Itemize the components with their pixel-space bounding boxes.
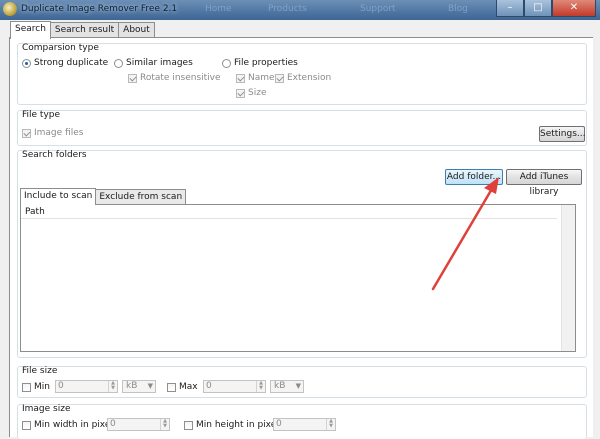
min-width-checkbox[interactable]: [22, 420, 31, 430]
maximize-icon: □: [533, 2, 543, 13]
file-properties-option[interactable]: File properties: [222, 58, 298, 69]
path-column-header[interactable]: Path: [21, 205, 557, 219]
min-width-value: 0: [110, 419, 116, 429]
image-size-group: Image size Min width in pixel 0 ▲ ▼ Min h…: [17, 404, 587, 439]
vertical-scrollbar[interactable]: [561, 205, 575, 351]
tab-search-result[interactable]: Search result: [49, 22, 120, 38]
min-height-input[interactable]: 0 ▲ ▼: [273, 418, 336, 431]
chevron-down-icon: ▼: [147, 382, 153, 390]
min-width-label: Min width in pixel: [34, 420, 113, 430]
max-size-value: 0: [206, 381, 212, 391]
file-size-group: File size Min 0 ▲ ▼ kB ▼ Max 0 ▲ ▼ kB ▼: [17, 366, 587, 398]
close-button[interactable]: ✕: [552, 0, 596, 17]
minimize-icon: –: [507, 2, 513, 13]
similar-images-option[interactable]: Similar images: [114, 58, 193, 69]
max-size-unit-select[interactable]: kB ▼: [270, 380, 304, 393]
file-size-title: File size: [22, 366, 58, 376]
max-size-checkbox[interactable]: [167, 382, 176, 392]
min-height-option[interactable]: Min height in pixel: [184, 420, 279, 431]
image-files-checkbox[interactable]: [22, 128, 31, 138]
min-width-option[interactable]: Min width in pixel: [22, 420, 113, 431]
max-size-input[interactable]: 0 ▲ ▼: [203, 380, 266, 393]
add-itunes-library-button[interactable]: Add iTunes library: [506, 169, 582, 197]
background-nav-blog: Blog: [448, 4, 468, 14]
min-height-value: 0: [276, 419, 282, 429]
rotate-insensitive-label: Rotate insensitive: [140, 73, 221, 83]
min-height-spinner[interactable]: ▲ ▼: [326, 419, 335, 430]
comparison-type-group: Comparsion type Strong duplicate Similar…: [17, 43, 587, 105]
tab-search[interactable]: Search: [10, 21, 51, 39]
min-size-checkbox[interactable]: [22, 382, 31, 392]
max-size-unit: kB: [274, 381, 286, 391]
folder-tabs: Include to scan Exclude from scan: [20, 188, 187, 205]
max-size-option[interactable]: Max: [167, 382, 198, 393]
strong-duplicate-option[interactable]: Strong duplicate: [22, 58, 108, 69]
image-files-option[interactable]: Image files: [22, 128, 83, 139]
app-icon: [3, 2, 17, 16]
settings-button[interactable]: Settings...: [539, 126, 586, 142]
background-nav-support: Support: [360, 4, 396, 14]
add-folder-button[interactable]: Add folder...: [445, 169, 503, 185]
maximize-button[interactable]: □: [524, 0, 552, 17]
rotate-insensitive-option[interactable]: Rotate insensitive: [128, 73, 221, 84]
max-size-spinner[interactable]: ▲ ▼: [256, 381, 265, 392]
min-size-value: 0: [58, 381, 64, 391]
rotate-insensitive-checkbox[interactable]: [128, 73, 137, 83]
folder-list[interactable]: Path: [20, 204, 576, 352]
extension-checkbox[interactable]: [275, 73, 284, 83]
file-properties-radio[interactable]: [222, 58, 231, 68]
min-size-unit: kB: [126, 381, 138, 391]
min-size-label: Min: [34, 382, 50, 392]
name-checkbox[interactable]: [236, 73, 245, 83]
min-size-input[interactable]: 0 ▲ ▼: [55, 380, 118, 393]
window-title: Duplicate Image Remover Free 2.1: [21, 4, 178, 14]
extension-label: Extension: [287, 73, 332, 83]
min-width-input[interactable]: 0 ▲ ▼: [107, 418, 170, 431]
search-folders-title: Search folders: [22, 150, 87, 160]
min-height-label: Min height in pixel: [196, 420, 279, 430]
file-type-title: File type: [22, 110, 61, 120]
file-properties-label: File properties: [234, 58, 298, 68]
min-height-checkbox[interactable]: [184, 420, 193, 430]
min-size-unit-select[interactable]: kB ▼: [122, 380, 156, 393]
minimize-button[interactable]: –: [496, 0, 524, 17]
max-size-label: Max: [179, 382, 198, 392]
min-size-spinner[interactable]: ▲ ▼: [108, 381, 117, 392]
similar-images-radio[interactable]: [114, 58, 123, 68]
tab-exclude-from-scan[interactable]: Exclude from scan: [95, 189, 187, 204]
size-option[interactable]: Size: [236, 88, 266, 99]
title-bar: Duplicate Image Remover Free 2.1 Home Pr…: [0, 0, 600, 20]
name-option[interactable]: Name: [236, 73, 275, 84]
window-controls: – □ ✕: [496, 0, 596, 18]
min-size-option[interactable]: Min: [22, 382, 50, 393]
similar-images-label: Similar images: [126, 58, 193, 68]
file-type-group: File type Image files Settings...: [17, 110, 587, 146]
min-width-spinner[interactable]: ▲ ▼: [160, 419, 169, 430]
name-label: Name: [248, 73, 275, 83]
comparison-type-title: Comparsion type: [22, 43, 99, 53]
size-checkbox[interactable]: [236, 88, 245, 98]
search-panel: Comparsion type Strong duplicate Similar…: [9, 37, 593, 439]
background-nav-products: Products: [268, 4, 307, 14]
strong-duplicate-radio[interactable]: [22, 58, 31, 68]
background-nav-home: Home: [205, 4, 232, 14]
strong-duplicate-label: Strong duplicate: [34, 58, 109, 68]
extension-option[interactable]: Extension: [275, 73, 331, 84]
tab-include-to-scan[interactable]: Include to scan: [20, 188, 97, 205]
image-files-label: Image files: [34, 128, 84, 138]
size-label: Size: [248, 88, 267, 98]
image-size-title: Image size: [22, 404, 71, 414]
close-icon: ✕: [569, 2, 579, 13]
chevron-down-icon: ▼: [295, 382, 301, 390]
tab-about[interactable]: About: [118, 22, 155, 38]
main-tabs: Search Search result About: [10, 21, 155, 39]
